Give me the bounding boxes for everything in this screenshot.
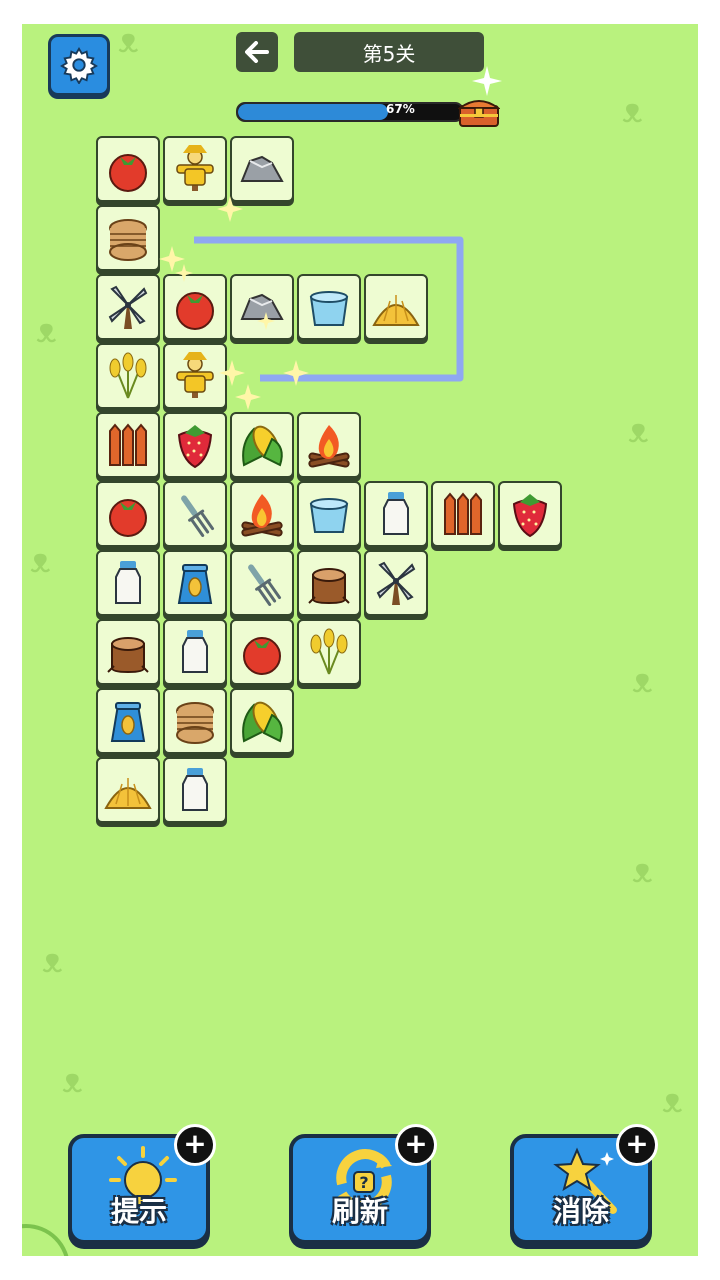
tile-seed-bag[interactable] xyxy=(163,550,227,616)
garden-fork-icon xyxy=(248,564,282,606)
milk-bottle-icon xyxy=(383,492,409,535)
tile-milk-bottle[interactable] xyxy=(163,757,227,823)
match-path-line xyxy=(159,196,464,410)
tile-milk-bottle[interactable] xyxy=(96,550,160,616)
tomato-icon xyxy=(243,637,281,675)
tile-haystack[interactable] xyxy=(96,757,160,823)
tile-corn[interactable] xyxy=(230,688,294,754)
grass-decoration: ᴥ xyxy=(42,941,63,981)
campfire-icon xyxy=(241,494,283,537)
game-screen: ᴥ ᴥ ᴥ ᴥ ᴥ ᴥ ᴥ ᴥ ᴥ ᴥ 第5关 67% 提示 + ? 刷新 + … xyxy=(22,24,698,1256)
add-remove-icon[interactable]: + xyxy=(616,1124,658,1166)
milk-bottle-icon xyxy=(182,630,208,673)
fence-icon xyxy=(444,492,482,535)
corn-icon xyxy=(242,701,283,743)
grass-decoration: ᴥ xyxy=(632,661,653,701)
tile-water-bucket[interactable] xyxy=(297,481,361,547)
milk-bottle-icon xyxy=(115,561,141,604)
rope-icon xyxy=(176,702,214,744)
tree-stump-icon xyxy=(107,637,149,674)
tile-tomato[interactable] xyxy=(96,481,160,547)
tile-tree-stump[interactable] xyxy=(96,619,160,685)
milk-bottle-icon xyxy=(182,768,208,811)
tile-wheat[interactable] xyxy=(297,619,361,685)
refresh-button-label: 刷新 xyxy=(331,1195,388,1228)
tile-tree-stump[interactable] xyxy=(297,550,361,616)
corner-decoration xyxy=(22,1224,70,1256)
tile-milk-bottle[interactable] xyxy=(364,481,428,547)
tile-rope[interactable] xyxy=(163,688,227,754)
tile-seed-bag[interactable] xyxy=(96,688,160,754)
remove-button-label: 消除 xyxy=(552,1195,609,1228)
tile-tomato[interactable] xyxy=(230,619,294,685)
tile-campfire[interactable] xyxy=(230,481,294,547)
water-bucket-icon xyxy=(309,498,349,533)
hint-button[interactable]: 提示 + xyxy=(68,1124,216,1244)
garden-fork-icon xyxy=(181,495,215,537)
grass-decoration: ᴥ xyxy=(632,851,653,891)
seed-bag-icon xyxy=(110,702,146,742)
haystack-icon xyxy=(104,778,152,809)
grass-decoration: ᴥ xyxy=(62,1061,83,1101)
tile-strawberry[interactable] xyxy=(498,481,562,547)
tile-fence[interactable] xyxy=(431,481,495,547)
wheat-icon xyxy=(310,628,348,675)
tile-milk-bottle[interactable] xyxy=(163,619,227,685)
grass-decoration: ᴥ xyxy=(662,1081,683,1121)
grass-decoration: ᴥ xyxy=(30,541,51,581)
tile-garden-fork[interactable] xyxy=(163,481,227,547)
hint-button-label: 提示 xyxy=(110,1195,167,1228)
add-hint-icon[interactable]: + xyxy=(174,1124,216,1166)
remove-button[interactable]: 消除 + xyxy=(510,1124,658,1244)
seed-bag-icon xyxy=(177,564,213,604)
tile-garden-fork[interactable] xyxy=(230,550,294,616)
tomato-icon xyxy=(109,499,147,537)
refresh-button[interactable]: ? 刷新 + xyxy=(289,1124,437,1244)
windmill-icon xyxy=(376,561,416,605)
tile-windmill[interactable] xyxy=(364,550,428,616)
strawberry-icon xyxy=(512,494,548,538)
add-refresh-icon[interactable]: + xyxy=(395,1124,437,1166)
tree-stump-icon xyxy=(308,568,350,605)
